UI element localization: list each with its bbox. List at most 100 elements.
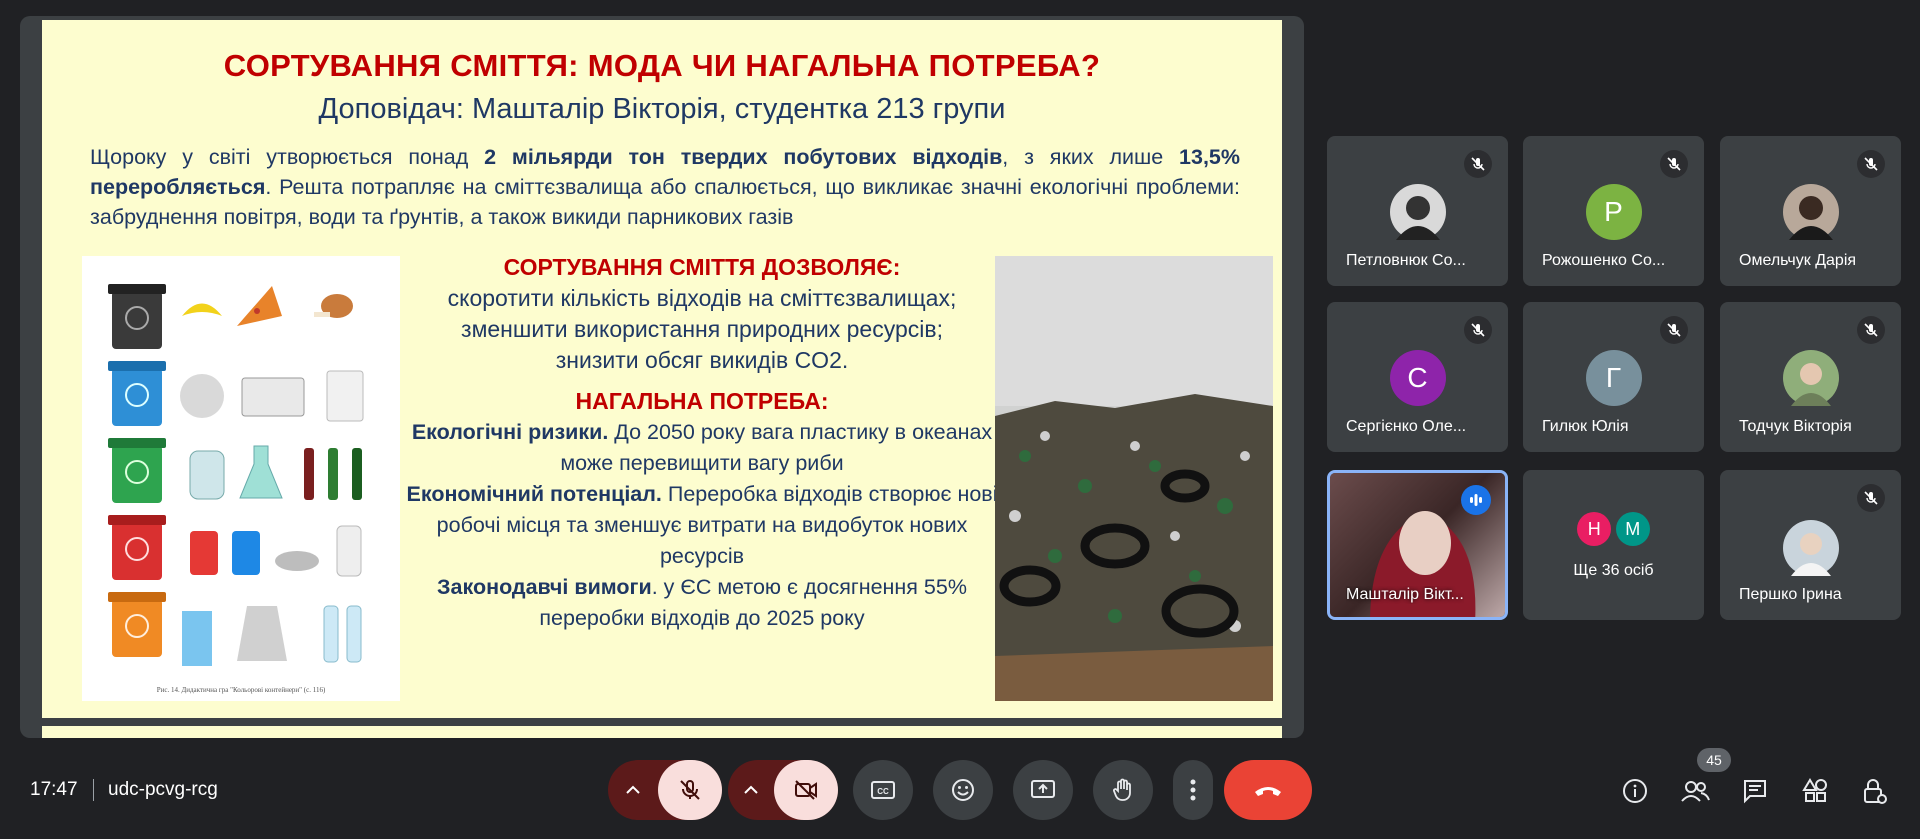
participant-name: Петловнюк Со... bbox=[1346, 252, 1466, 269]
intro-text-1: Щороку у світі утворюється понад bbox=[90, 145, 485, 169]
camera-options-chevron-icon[interactable] bbox=[728, 760, 774, 820]
participant-tile[interactable]: Омельчук Дарія bbox=[1720, 136, 1901, 286]
avatar bbox=[1782, 350, 1839, 406]
avatar: C bbox=[1389, 350, 1446, 406]
mic-off-icon bbox=[1857, 150, 1885, 178]
allows-heading: СОРТУВАННЯ СМІТТЯ ДОЗВОЛЯЄ: bbox=[503, 254, 901, 280]
camera-off-icon bbox=[795, 780, 817, 800]
lock-icon bbox=[1864, 779, 1887, 804]
bin-black-icon bbox=[108, 284, 166, 349]
camera-control-group bbox=[728, 760, 838, 820]
activities-button[interactable] bbox=[1800, 776, 1830, 806]
image-caption: Рис. 14. Дидактична гра "Кольорові конте… bbox=[157, 686, 326, 694]
people-button[interactable] bbox=[1680, 776, 1710, 806]
bin-blue-icon bbox=[108, 361, 166, 426]
closed-captions-icon: CC bbox=[871, 781, 895, 799]
intro-bold-1: 2 мільярди тон твердих побутових відході… bbox=[484, 145, 1003, 169]
participant-name: Тодчук Вікторія bbox=[1739, 418, 1852, 435]
mic-off-icon bbox=[1464, 316, 1492, 344]
slide-subtitle: Доповідач: Машталір Вікторія, студентка … bbox=[318, 93, 1006, 125]
clock: 17:47 bbox=[30, 779, 78, 800]
need-heading: НАГАЛЬНА ПОТРЕБА: bbox=[575, 388, 829, 414]
divider bbox=[93, 779, 94, 801]
host-controls-button[interactable] bbox=[1860, 776, 1890, 806]
present-screen-icon bbox=[1031, 780, 1055, 798]
participant-tile[interactable]: P Рожошенко Со... bbox=[1523, 136, 1704, 286]
reactions-button[interactable] bbox=[933, 760, 993, 820]
participant-name: Машталір Вікт... bbox=[1346, 586, 1464, 603]
present-button[interactable] bbox=[1013, 760, 1073, 820]
avatar bbox=[1782, 184, 1839, 240]
mic-off-icon bbox=[1464, 150, 1492, 178]
landfill-photo bbox=[995, 256, 1273, 701]
participant-tile[interactable]: Першко Ірина bbox=[1720, 470, 1901, 620]
mic-off-icon bbox=[1857, 316, 1885, 344]
need-econ: Економічний потенціал. Переробка відході… bbox=[382, 479, 1022, 572]
allows-item-2: зменшити використання природних ресурсів… bbox=[461, 316, 943, 342]
participant-name: Омельчук Дарія bbox=[1739, 252, 1857, 269]
info-icon bbox=[1623, 779, 1647, 803]
mini-avatar: М bbox=[1615, 512, 1650, 546]
allows-item-3: знизити обсяг викидів CO2. bbox=[555, 347, 849, 373]
eco-text: До 2050 року вага пластику в океанах мож… bbox=[560, 420, 993, 475]
participant-tile[interactable]: Тодчук Вікторія bbox=[1720, 302, 1901, 452]
presentation-view: СОРТУВАННЯ СМІТТЯ: МОДА ЧИ НАГАЛЬНА ПОТР… bbox=[20, 16, 1304, 738]
more-vert-icon bbox=[1190, 779, 1196, 801]
more-participants-label: Ще 36 осіб bbox=[1573, 562, 1654, 579]
emoji-icon bbox=[952, 779, 974, 801]
hang-up-icon bbox=[1255, 787, 1281, 796]
bin-orange-icon bbox=[108, 592, 166, 657]
eco-bold: Екологічні ризики. bbox=[411, 420, 609, 444]
mini-avatar: Н bbox=[1577, 512, 1612, 546]
camera-toggle-button[interactable] bbox=[774, 760, 838, 820]
participant-tile-active-speaker[interactable]: Машталір Вікт... bbox=[1327, 470, 1508, 620]
leave-call-button[interactable] bbox=[1224, 760, 1312, 820]
mic-control-group bbox=[608, 760, 722, 820]
bins-illustration: Рис. 14. Дидактична гра "Кольорові конте… bbox=[108, 284, 364, 694]
slide: СОРТУВАННЯ СМІТТЯ: МОДА ЧИ НАГАЛЬНА ПОТР… bbox=[42, 20, 1282, 718]
speaking-indicator-icon bbox=[1461, 485, 1491, 515]
avatar: Г bbox=[1585, 350, 1642, 406]
landfill-illustration bbox=[995, 256, 1273, 701]
mic-toggle-button[interactable] bbox=[658, 760, 722, 820]
avatar: P bbox=[1585, 184, 1642, 240]
participant-tile[interactable]: Петловнюк Со... bbox=[1327, 136, 1508, 286]
mini-avatars: Н М bbox=[1523, 512, 1704, 546]
participant-name: Рожошенко Со... bbox=[1542, 252, 1666, 269]
slide-center-text: СОРТУВАННЯ СМІТТЯ ДОЗВОЛЯЄ: скоротити кі… bbox=[382, 252, 1022, 634]
need-eco: Екологічні ризики. До 2050 року вага пла… bbox=[382, 417, 1022, 479]
recycling-bins-image: Рис. 14. Дидактична гра "Кольорові конте… bbox=[82, 256, 400, 701]
people-icon bbox=[1681, 781, 1710, 802]
svg-text:CC: CC bbox=[877, 787, 889, 796]
meeting-code: udc-pcvg-rcg bbox=[108, 779, 218, 800]
intro-text-2: , з яких лише bbox=[1002, 145, 1180, 169]
next-slide-edge bbox=[42, 726, 1282, 738]
hand-icon bbox=[1113, 778, 1131, 801]
mic-off-icon bbox=[680, 780, 700, 800]
allows-item-1: скоротити кількість відходів на сміттєзв… bbox=[447, 285, 957, 311]
mic-off-icon bbox=[1857, 484, 1885, 512]
mic-off-icon bbox=[1660, 316, 1688, 344]
meeting-details-button[interactable] bbox=[1620, 776, 1650, 806]
econ-bold: Економічний потенціал. bbox=[406, 482, 662, 506]
participant-tile[interactable]: Г Гилюк Юлія bbox=[1523, 302, 1704, 452]
mic-options-chevron-icon[interactable] bbox=[608, 760, 658, 820]
mic-off-icon bbox=[1660, 150, 1688, 178]
chat-icon bbox=[1744, 780, 1766, 804]
slide-intro: Щороку у світі утворюється понад 2 мілья… bbox=[90, 142, 1240, 232]
chat-button[interactable] bbox=[1740, 776, 1770, 806]
captions-button[interactable]: CC bbox=[853, 760, 913, 820]
raise-hand-button[interactable] bbox=[1093, 760, 1153, 820]
slide-title: СОРТУВАННЯ СМІТТЯ: МОДА ЧИ НАГАЛЬНА ПОТР… bbox=[223, 48, 1101, 83]
need-law: Законодавчі вимоги. у ЄС метою є досягне… bbox=[382, 572, 1022, 634]
participant-name: Гилюк Юлія bbox=[1542, 418, 1629, 435]
more-options-button[interactable] bbox=[1173, 760, 1213, 820]
bin-red-icon bbox=[108, 515, 166, 580]
avatar bbox=[1782, 520, 1839, 576]
shapes-icon bbox=[1802, 778, 1827, 802]
more-participants-tile[interactable]: Н М Ще 36 осіб bbox=[1523, 470, 1704, 620]
avatar bbox=[1389, 184, 1446, 240]
bin-green-icon bbox=[108, 438, 166, 503]
participant-tile[interactable]: C Сергієнко Оле... bbox=[1327, 302, 1508, 452]
people-count-badge: 45 bbox=[1697, 748, 1731, 772]
